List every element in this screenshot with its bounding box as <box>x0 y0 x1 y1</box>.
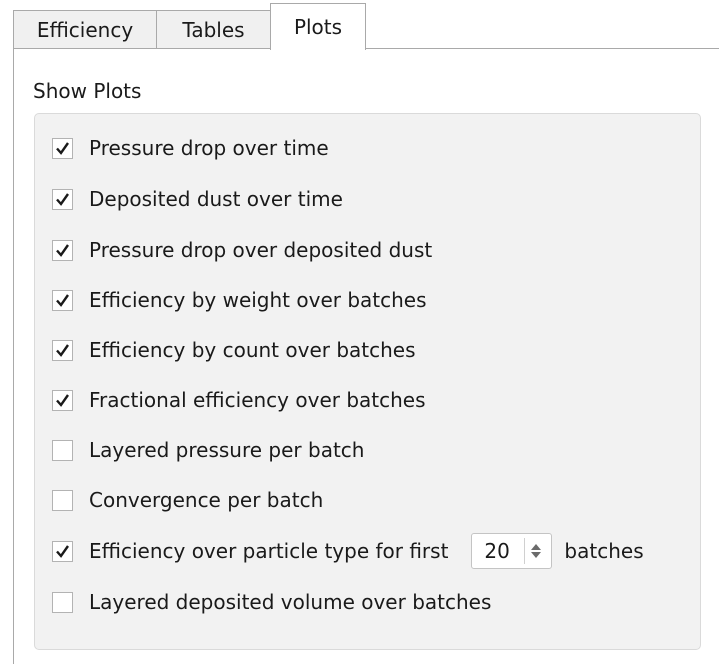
checkmark-icon <box>56 544 69 558</box>
option-layered-deposited-volume[interactable]: Layered deposited volume over batches <box>52 587 491 617</box>
option-label: Pressure drop over deposited dust <box>89 238 433 262</box>
checkbox[interactable] <box>52 137 73 159</box>
tab-tables[interactable]: Tables <box>157 10 271 48</box>
option-label: Convergence per batch <box>89 488 324 512</box>
spin-up-icon[interactable] <box>531 544 542 550</box>
option-efficiency-by-count[interactable]: Efficiency by count over batches <box>52 335 416 365</box>
option-deposited-dust-over-time[interactable]: Deposited dust over time <box>52 184 343 214</box>
section-title: Show Plots <box>33 79 142 103</box>
spinbox-divider <box>524 538 526 564</box>
option-label: Efficiency over particle type for first <box>89 539 449 563</box>
option-label: Efficiency by count over batches <box>89 338 416 362</box>
checkmark-icon <box>56 393 69 407</box>
checkmark-icon <box>56 141 69 155</box>
option-convergence-per-batch[interactable]: Convergence per batch <box>52 485 323 515</box>
checkbox[interactable] <box>52 239 73 261</box>
option-suffix: batches <box>564 539 644 563</box>
option-fractional-efficiency[interactable]: Fractional efficiency over batches <box>52 385 426 415</box>
option-pressure-drop-over-time[interactable]: Pressure drop over time <box>52 133 329 163</box>
checkbox[interactable] <box>52 540 73 562</box>
panel-border <box>13 48 14 664</box>
option-efficiency-by-weight[interactable]: Efficiency by weight over batches <box>52 285 427 315</box>
option-label: Efficiency by weight over batches <box>89 288 427 312</box>
option-efficiency-over-particle-type[interactable]: Efficiency over particle type for first … <box>52 533 644 569</box>
checkbox[interactable] <box>52 489 73 511</box>
tab-label: Tables <box>182 17 245 42</box>
option-label: Fractional efficiency over batches <box>89 388 426 412</box>
checkmark-icon <box>56 343 69 357</box>
checkbox[interactable] <box>52 188 73 210</box>
tab-label: Plots <box>293 15 343 39</box>
option-label: Deposited dust over time <box>89 187 343 211</box>
tab-plots[interactable]: Plots <box>270 3 366 50</box>
tab-divider <box>13 48 719 49</box>
option-pressure-drop-over-deposited-dust[interactable]: Pressure drop over deposited dust <box>52 235 432 265</box>
spin-down-icon[interactable] <box>531 552 542 558</box>
checkbox[interactable] <box>52 591 73 613</box>
option-layered-pressure[interactable]: Layered pressure per batch <box>52 435 364 465</box>
tab-label: Efficiency <box>36 17 134 42</box>
checkbox[interactable] <box>52 289 73 311</box>
tab-efficiency[interactable]: Efficiency <box>13 10 157 48</box>
option-label: Pressure drop over time <box>89 136 329 160</box>
tab-bar: Efficiency Tables Plots <box>0 0 719 50</box>
checkmark-icon <box>56 293 69 307</box>
spinbox-arrows <box>531 544 542 558</box>
checkbox[interactable] <box>52 339 73 361</box>
checkbox[interactable] <box>52 439 73 461</box>
spinbox-value[interactable]: 20 <box>472 539 524 563</box>
checkbox[interactable] <box>52 389 73 411</box>
checkmark-icon <box>56 192 69 206</box>
option-label: Layered deposited volume over batches <box>89 590 492 614</box>
batch-count-spinbox[interactable]: 20 <box>471 533 553 569</box>
option-label: Layered pressure per batch <box>89 438 365 462</box>
checkmark-icon <box>56 243 69 257</box>
